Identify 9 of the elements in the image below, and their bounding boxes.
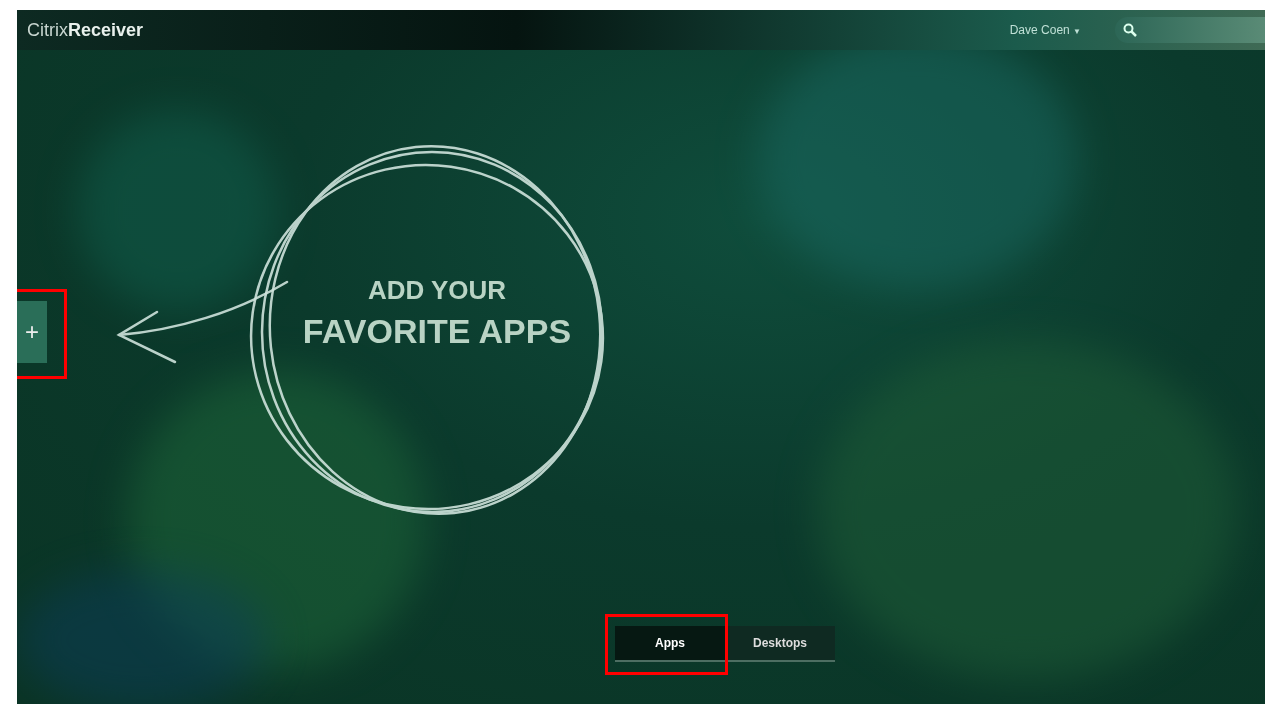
hero-heading: ADD YOUR — [366, 275, 508, 306]
search-field[interactable] — [1115, 17, 1265, 43]
brand-logo: CitrixReceiver — [26, 19, 144, 41]
view-tab[interactable]: Apps — [615, 626, 725, 660]
search-icon — [1123, 23, 1137, 37]
hero-heading: FAVORITE APPS — [301, 312, 573, 351]
add-button[interactable]: + — [17, 301, 47, 363]
view-tab[interactable]: Desktops — [725, 626, 835, 660]
user-menu[interactable]: Dave Coen ▼ — [1003, 22, 1087, 38]
